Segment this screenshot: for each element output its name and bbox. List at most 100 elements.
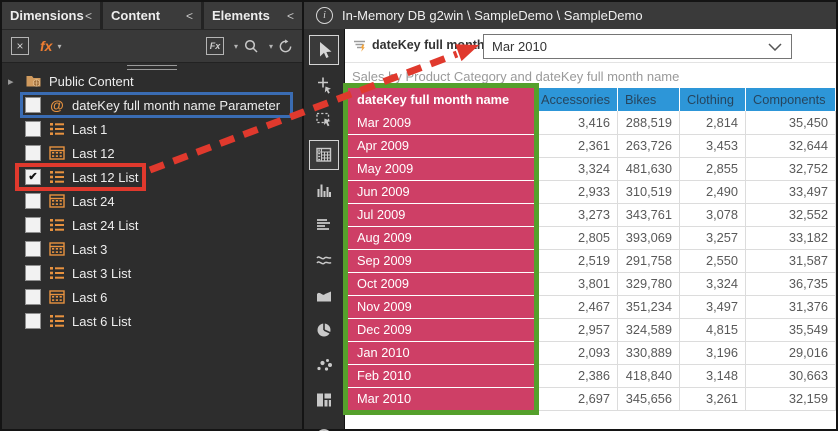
line-chart-tool[interactable] [309,245,339,275]
row-header-cell[interactable]: Sep 2009 [348,249,534,272]
value-cell[interactable]: 345,656 [617,387,679,410]
value-cell[interactable]: 310,519 [617,180,679,203]
expand-arrow-icon[interactable]: ▸ [8,75,25,88]
pointer-tool[interactable] [309,35,339,65]
checkbox[interactable] [25,193,41,209]
value-cell[interactable]: 35,450 [745,111,835,134]
value-cell[interactable]: 33,497 [745,180,835,203]
value-cell[interactable]: 3,261 [679,387,745,410]
marquee-select-tool[interactable] [309,105,339,135]
tree-item-last-24[interactable]: Last 24 [2,189,302,213]
row-bars-tool[interactable] [309,210,339,240]
column-header-datekey-full-month-name[interactable]: dateKey full month name [348,88,534,111]
checkbox[interactable] [25,121,41,137]
row-header-cell[interactable]: Oct 2009 [348,272,534,295]
tab-content[interactable]: Content < [103,2,201,29]
checkbox[interactable] [25,217,41,233]
value-cell[interactable]: 3,324 [534,157,617,180]
value-cell[interactable]: 351,234 [617,295,679,318]
value-cell[interactable]: 3,324 [679,272,745,295]
checkbox[interactable] [25,265,41,281]
value-cell[interactable]: 33,182 [745,226,835,249]
row-header-cell[interactable]: Nov 2009 [348,295,534,318]
tree-item-public-content[interactable]: ▸Public Content [2,69,302,93]
gauge-tool[interactable] [309,420,339,431]
value-cell[interactable]: 32,752 [745,157,835,180]
value-cell[interactable]: 3,273 [534,203,617,226]
row-header-cell[interactable]: Mar 2009 [348,111,534,134]
value-cell[interactable]: 2,933 [534,180,617,203]
value-cell[interactable]: 2,490 [679,180,745,203]
value-cell[interactable]: 3,497 [679,295,745,318]
pie-chart-tool[interactable] [309,315,339,345]
row-header-cell[interactable]: Jan 2010 [348,341,534,364]
value-cell[interactable]: 3,801 [534,272,617,295]
refresh-icon[interactable] [278,39,293,54]
info-icon[interactable]: i [316,7,333,24]
row-header-cell[interactable]: Aug 2009 [348,226,534,249]
value-cell[interactable]: 31,376 [745,295,835,318]
checkbox[interactable] [25,97,41,113]
scatter-chart-tool[interactable] [309,350,339,380]
value-cell[interactable]: 4,815 [679,318,745,341]
row-header-cell[interactable]: Dec 2009 [348,318,534,341]
formula-fx-icon[interactable]: fx [40,38,52,54]
value-cell[interactable]: 288,519 [617,111,679,134]
collapse-icon[interactable]: < [85,9,92,23]
tree-item-last-6[interactable]: Last 6 [2,285,302,309]
caret-down-icon[interactable]: ▾ [234,42,238,51]
tree-item-datekey-full-month-name-parameter[interactable]: @dateKey full month name Parameter [2,93,302,117]
caret-down-icon[interactable]: ▾ [269,42,273,51]
tab-dimensions[interactable]: Dimensions < [2,2,100,29]
column-header-bikes[interactable]: Bikes [617,88,679,111]
value-cell[interactable]: 330,889 [617,341,679,364]
value-cell[interactable]: 2,467 [534,295,617,318]
value-cell[interactable]: 31,587 [745,249,835,272]
value-cell[interactable]: 2,697 [534,387,617,410]
tree-item-last-3[interactable]: Last 3 [2,237,302,261]
column-header-clothing[interactable]: Clothing [679,88,745,111]
value-cell[interactable]: 3,453 [679,134,745,157]
tree-item-last-12[interactable]: Last 12 [2,141,302,165]
checkbox[interactable] [25,241,41,257]
value-cell[interactable]: 32,159 [745,387,835,410]
value-cell[interactable]: 329,780 [617,272,679,295]
value-cell[interactable]: 29,016 [745,341,835,364]
value-cell[interactable]: 36,735 [745,272,835,295]
value-cell[interactable]: 2,386 [534,364,617,387]
value-cell[interactable]: 2,957 [534,318,617,341]
value-cell[interactable]: 30,663 [745,364,835,387]
tree-item-last-1[interactable]: Last 1 [2,117,302,141]
value-cell[interactable]: 2,550 [679,249,745,272]
bar-chart-tool[interactable] [309,175,339,205]
value-cell[interactable]: 3,148 [679,364,745,387]
tree-item-last-3-list[interactable]: Last 3 List [2,261,302,285]
value-cell[interactable]: 418,840 [617,364,679,387]
value-cell[interactable]: 2,805 [534,226,617,249]
value-cell[interactable]: 481,630 [617,157,679,180]
tab-elements[interactable]: Elements < [204,2,302,29]
value-cell[interactable]: 343,761 [617,203,679,226]
checkbox[interactable] [25,289,41,305]
value-cell[interactable]: 3,416 [534,111,617,134]
value-cell[interactable]: 3,196 [679,341,745,364]
value-cell[interactable]: 263,726 [617,134,679,157]
add-crosshair-tool[interactable] [309,70,339,100]
fx-filter-box-icon[interactable]: Fx [206,37,224,55]
row-header-cell[interactable]: Feb 2010 [348,364,534,387]
clear-selection-icon[interactable]: × [11,37,29,55]
value-cell[interactable]: 32,644 [745,134,835,157]
value-cell[interactable]: 35,549 [745,318,835,341]
row-header-cell[interactable]: Apr 2009 [348,134,534,157]
value-cell[interactable]: 2,361 [534,134,617,157]
chevron-down-icon[interactable] [768,43,782,51]
collapse-icon[interactable]: < [186,9,193,23]
row-header-cell[interactable]: Mar 2010 [348,387,534,410]
column-header-components[interactable]: Components [745,88,835,111]
treemap-tool[interactable] [309,385,339,415]
value-cell[interactable]: 3,078 [679,203,745,226]
value-cell[interactable]: 2,855 [679,157,745,180]
checkbox[interactable]: ✔ [25,169,41,185]
month-dropdown[interactable]: Mar 2010 [483,34,792,59]
area-chart-tool[interactable] [309,280,339,310]
